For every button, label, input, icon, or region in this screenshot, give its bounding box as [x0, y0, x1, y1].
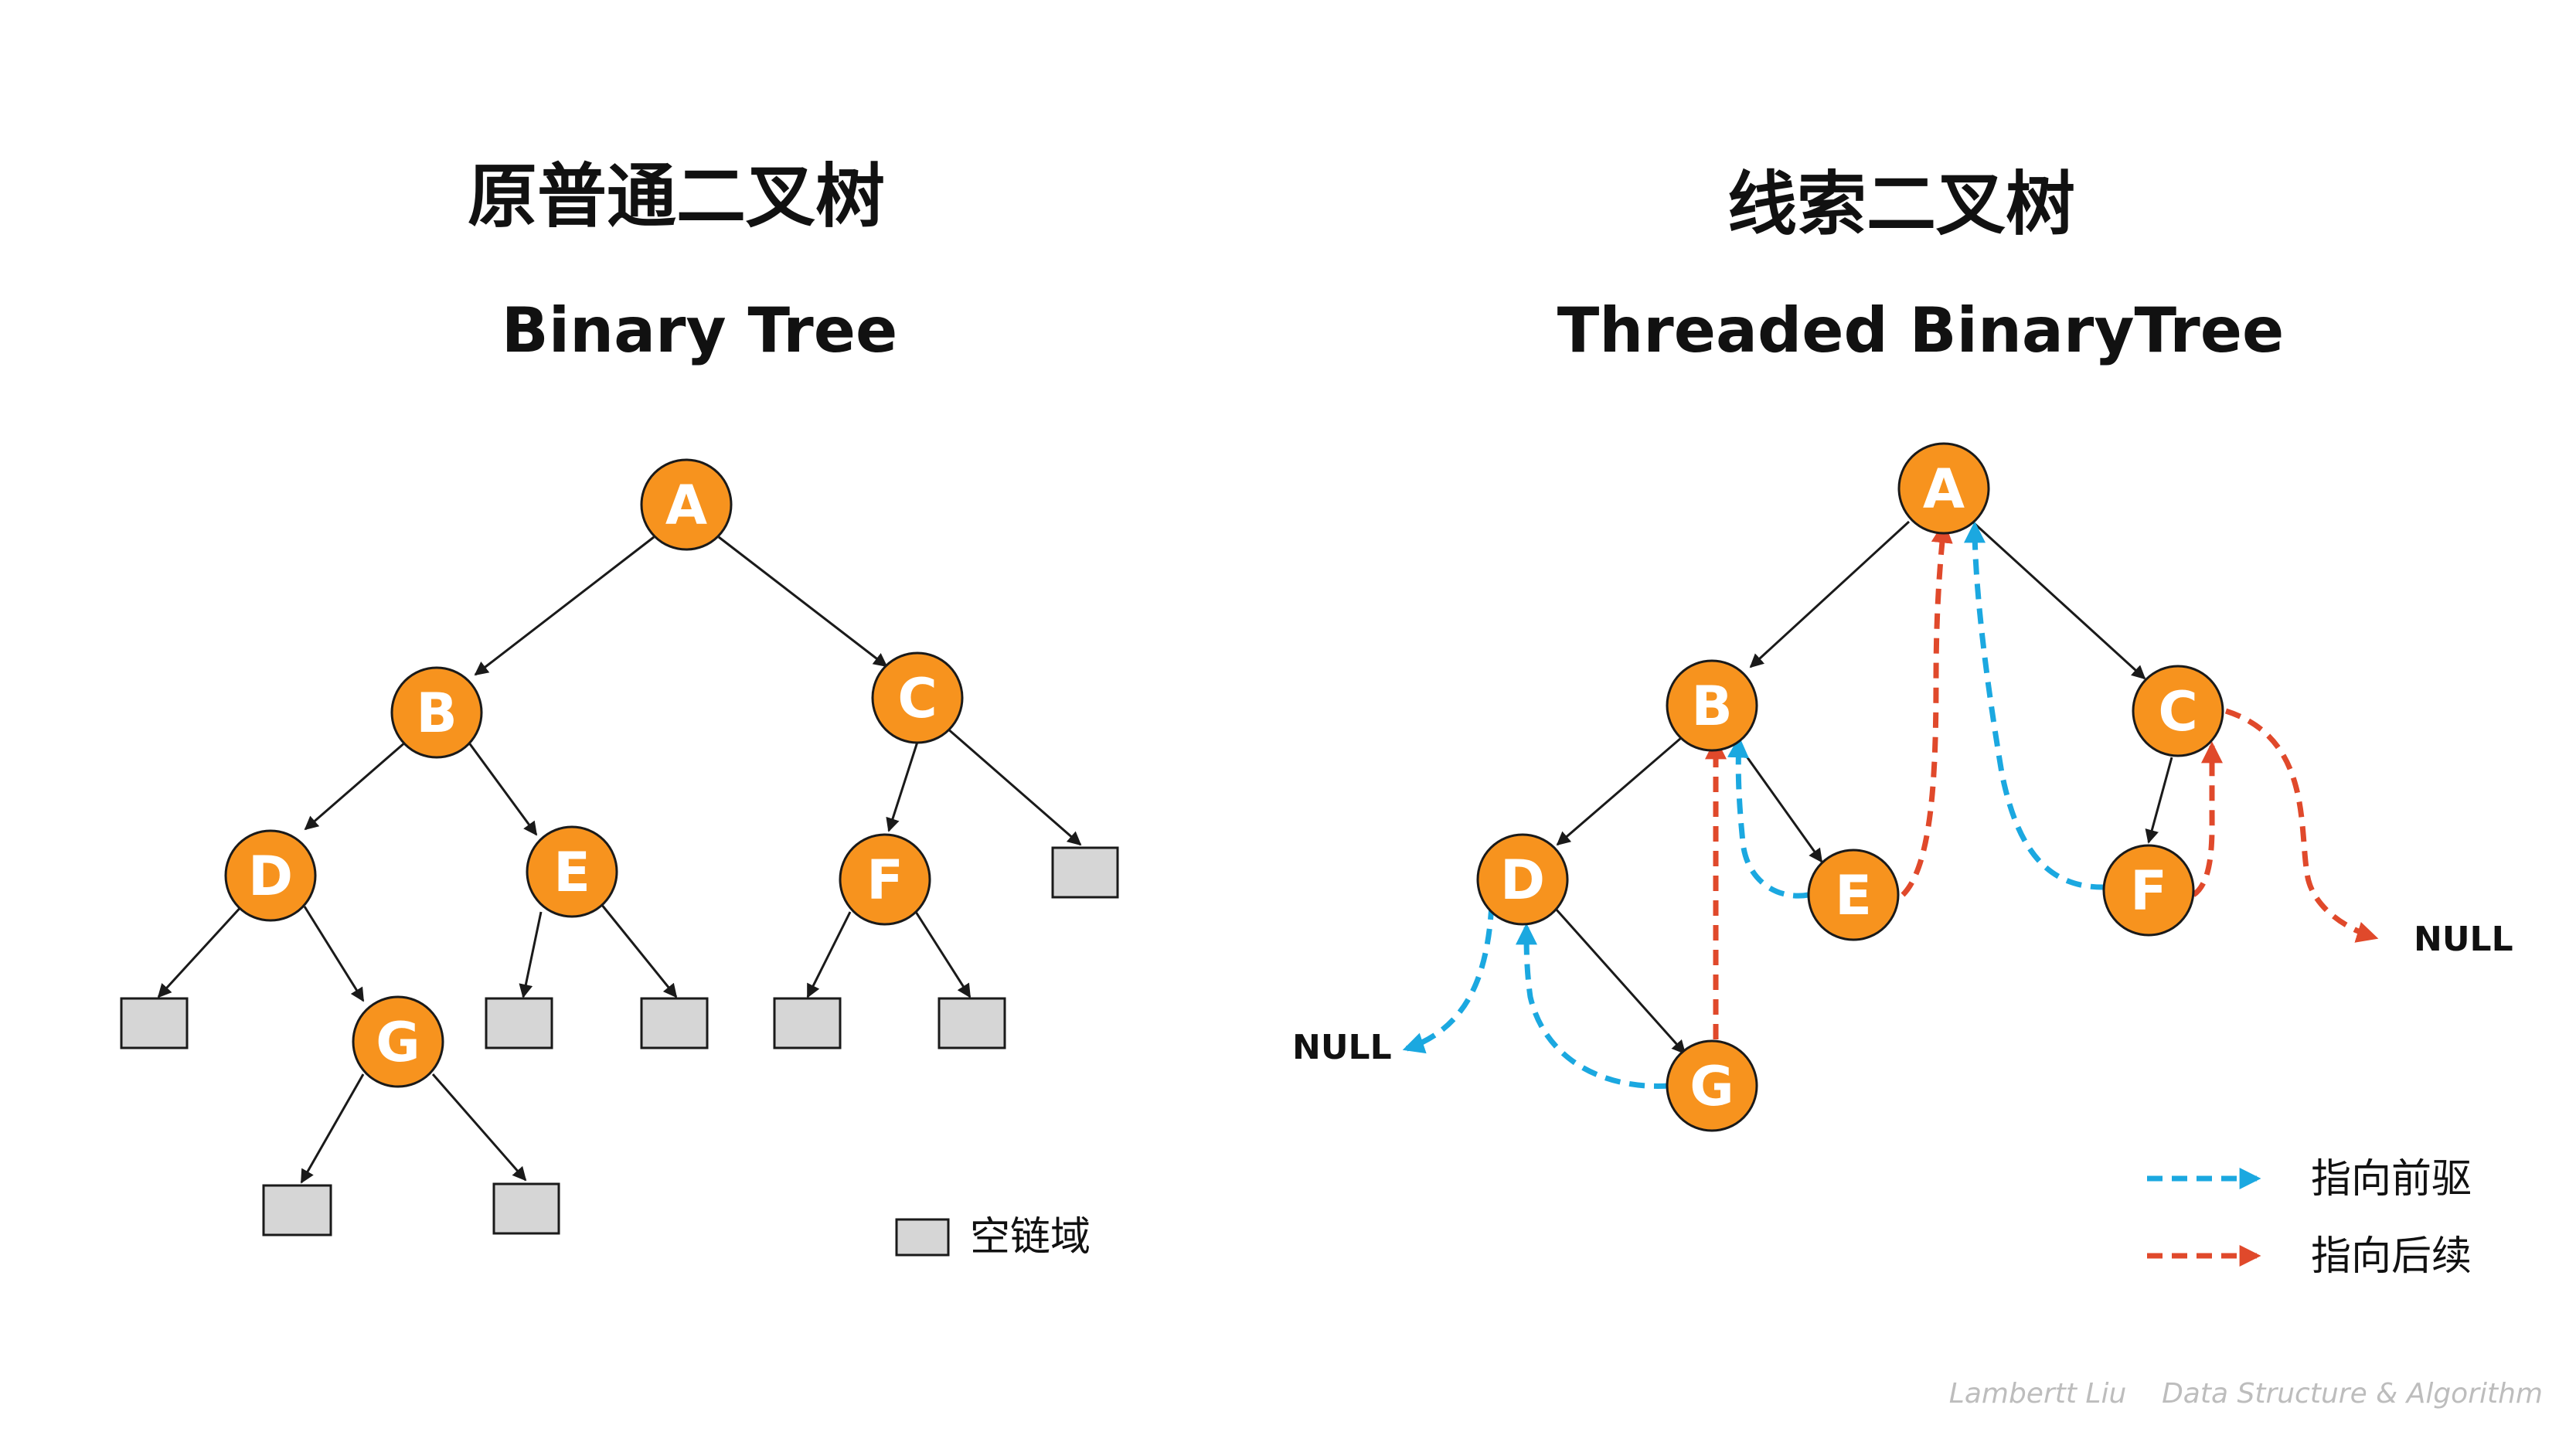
right-node-e-label: E	[1835, 864, 1872, 927]
left-edge-b-d	[304, 740, 407, 831]
thread-f-pred-a	[1964, 521, 2107, 890]
right-edges	[1553, 520, 2173, 1055]
right-node-a-label: A	[1923, 457, 1965, 521]
null-link-box	[120, 997, 189, 1049]
left-title-en: Binary Tree	[502, 294, 898, 366]
left-node-f-label: F	[866, 849, 903, 912]
null-link-box	[640, 997, 709, 1049]
right-node-c-label: C	[2158, 680, 2197, 743]
left-node-a-label: A	[665, 474, 707, 537]
right-node-g-label: G	[1690, 1055, 1734, 1118]
null-link-box	[1051, 846, 1119, 899]
right-edge-d-g	[1553, 907, 1686, 1055]
right-nodes	[1476, 442, 2224, 1132]
left-edge-e-null-r	[600, 903, 678, 998]
right-title-cn: 线索二叉树	[1727, 163, 2075, 245]
null-link-box	[492, 1182, 560, 1235]
left-title-cn: 原普通二叉树	[468, 155, 885, 237]
left-edge-d-null-l	[157, 903, 245, 998]
legend-successor-label: 指向后续	[2311, 1233, 2472, 1280]
right-edge-a-b	[1749, 520, 1911, 668]
left-node-labels: A B C D E F G	[248, 474, 938, 1074]
left-node-g-label: G	[376, 1011, 420, 1074]
left-edge-f-null-l	[806, 911, 852, 998]
null-link-box	[485, 997, 553, 1049]
thread-c-succ-null	[2224, 708, 2379, 943]
left-edge-e-null-l	[519, 911, 543, 998]
left-edge-a-b	[474, 536, 655, 676]
left-edge-b-e	[467, 741, 538, 836]
left-node-e-label: E	[553, 841, 590, 904]
null-label-right: NULL	[2414, 920, 2513, 959]
right-node-b-label: B	[1691, 675, 1732, 738]
thread-d-pred-null	[1402, 903, 1495, 1054]
left-nodes	[224, 458, 964, 1088]
left-edge-d-g	[303, 906, 365, 1002]
left-node-c-label: C	[897, 667, 937, 730]
right-node-labels: A B C D E F G	[1500, 457, 2198, 1118]
legend-null-box	[895, 1218, 950, 1257]
right-edge-b-d	[1556, 736, 1682, 846]
left-edge-c-null	[946, 726, 1082, 846]
left-edge-c-f	[886, 741, 919, 832]
thread-e-pred-b	[1727, 736, 1809, 899]
diagram-canvas: 原普通二叉树 Binary Tree A B C D E F G 空链域 线索二…	[0, 0, 2576, 1449]
right-edge-c-f	[2145, 757, 2173, 844]
diagram-svg: 原普通二叉树 Binary Tree A B C D E F G 空链域 线索二…	[120, 155, 2543, 1410]
left-edge-a-c	[718, 536, 888, 668]
null-link-box	[262, 1184, 332, 1236]
left-node-d-label: D	[248, 845, 293, 908]
null-link-box	[938, 997, 1006, 1049]
right-title-en: Threaded BinaryTree	[1557, 294, 2285, 366]
left-edge-g-null-r	[431, 1073, 527, 1182]
successor-threads	[1705, 521, 2379, 1039]
thread-g-pred-d	[1516, 923, 1670, 1089]
left-edge-g-null-l	[300, 1073, 365, 1184]
thread-e-succ-a	[1901, 521, 1953, 897]
right-node-d-label: D	[1500, 849, 1545, 912]
null-label-left: NULL	[1292, 1028, 1392, 1067]
right-node-f-label: F	[2130, 859, 2167, 923]
predecessor-threads	[1402, 521, 2107, 1089]
watermark: Lambertt Liu Data Structure & Algorithm	[1949, 1378, 2543, 1410]
left-edge-f-null-r	[914, 911, 972, 998]
right-edge-a-c	[1971, 520, 2146, 680]
left-node-b-label: B	[416, 682, 457, 745]
legend-null-label: 空链域	[970, 1214, 1091, 1260]
right-edge-b-e	[1737, 745, 1823, 863]
null-link-box	[773, 997, 842, 1049]
legend-predecessor-label: 指向前驱	[2311, 1156, 2472, 1202]
thread-f-succ-c	[2191, 741, 2223, 897]
